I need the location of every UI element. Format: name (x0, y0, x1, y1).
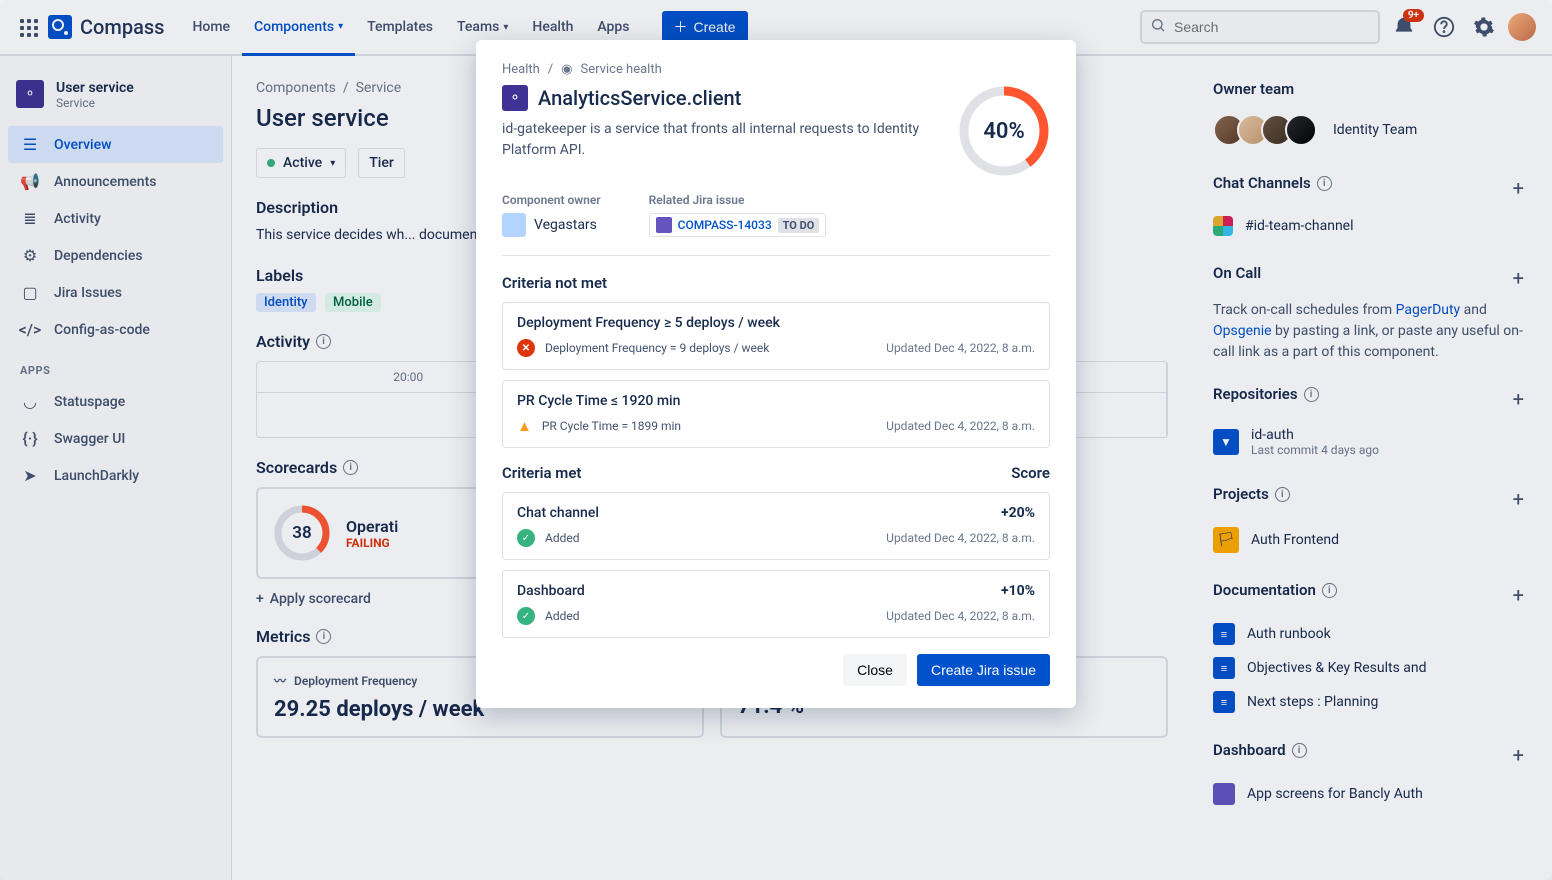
jira-status-badge: TO DO (778, 218, 820, 233)
score-ring: 40% (958, 85, 1050, 177)
criterion-status: Added (545, 531, 580, 545)
service-health-modal: Health/ ◉ Service health ⚬ AnalyticsServ… (476, 40, 1076, 708)
criterion-time: Updated Dec 4, 2022, 8 a.m. (886, 531, 1035, 545)
jira-issue-pill[interactable]: COMPASS-14033TO DO (649, 213, 827, 237)
criterion-status: Deployment Frequency = 9 deploys / week (545, 341, 769, 355)
criteria-not-met-header: Criteria not met (502, 274, 1050, 292)
criterion-card: Dashboard +10% ✓ Added Updated Dec 4, 2022… (502, 570, 1050, 638)
success-icon: ✓ (517, 529, 535, 547)
score-header: Score (1011, 464, 1050, 482)
jira-improvement-icon (656, 217, 672, 233)
create-jira-button[interactable]: Create Jira issue (917, 654, 1050, 686)
criterion-title: PR Cycle Time ≤ 1920 min (517, 393, 1035, 409)
criterion-card: PR Cycle Time ≤ 1920 min ▲ PR Cycle Time … (502, 380, 1050, 448)
criterion-status: PR Cycle Time = 1899 min (542, 419, 681, 433)
criterion-time: Updated Dec 4, 2022, 8 a.m. (886, 341, 1035, 355)
criterion-score: +20% (1001, 505, 1035, 529)
criterion-time: Updated Dec 4, 2022, 8 a.m. (886, 609, 1035, 623)
modal-title: AnalyticsService.client (538, 86, 741, 110)
modal-breadcrumb: Health/ ◉ Service health (502, 62, 1050, 77)
success-icon: ✓ (517, 607, 535, 625)
criterion-title: Chat channel (517, 505, 599, 521)
modal-overlay: Health/ ◉ Service health ⚬ AnalyticsServ… (0, 0, 1552, 880)
fail-icon: ✕ (517, 339, 535, 357)
modal-description: id-gatekeeper is a service that fronts a… (502, 119, 938, 161)
criterion-score: +10% (1001, 583, 1035, 607)
owner-avatar-icon (502, 213, 526, 237)
criterion-title: Deployment Frequency ≥ 5 deploys / week (517, 315, 1035, 331)
close-button[interactable]: Close (843, 654, 907, 686)
criterion-time: Updated Dec 4, 2022, 8 a.m. (886, 419, 1035, 433)
criterion-card: Chat channel +20% ✓ Added Updated Dec 4, 2… (502, 492, 1050, 560)
jira-label: Related Jira issue (649, 193, 827, 207)
owner-pill[interactable]: Vegastars (502, 213, 601, 237)
crumb-service-health[interactable]: Service health (581, 62, 662, 77)
warning-icon: ▲ (517, 417, 532, 435)
criteria-met-header: Criteria met (502, 464, 581, 482)
criterion-card: Deployment Frequency ≥ 5 deploys / week … (502, 302, 1050, 370)
score-percent: 40% (958, 85, 1050, 177)
owner-label: Component owner (502, 193, 601, 207)
component-icon: ⚬ (502, 85, 528, 111)
criterion-title: Dashboard (517, 583, 585, 599)
crumb-health[interactable]: Health (502, 62, 540, 77)
check-circle-icon: ◉ (561, 62, 572, 77)
criterion-status: Added (545, 609, 580, 623)
